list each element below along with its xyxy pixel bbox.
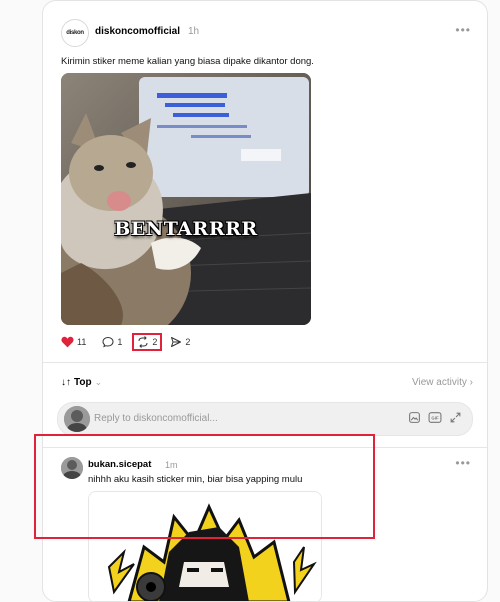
cat-meme-image bbox=[61, 73, 311, 325]
sort-arrows-icon: ↓↑ bbox=[61, 377, 71, 388]
share-button[interactable]: 2 bbox=[170, 336, 190, 348]
current-user-avatar bbox=[64, 406, 90, 432]
like-count: 11 bbox=[77, 337, 87, 347]
post-timestamp: 1h bbox=[188, 26, 200, 37]
post-author-avatar[interactable]: diskon bbox=[61, 19, 89, 47]
avatar-logo-text: diskon bbox=[66, 30, 84, 36]
comment-count: 1 bbox=[117, 337, 123, 347]
comment-bubble-icon bbox=[102, 336, 114, 348]
comment-highlight-box bbox=[34, 434, 375, 539]
heart-filled-icon bbox=[61, 336, 74, 348]
share-count: 2 bbox=[185, 337, 191, 347]
view-activity-link[interactable]: View activity › bbox=[412, 377, 473, 388]
post-more-options-icon[interactable]: ••• bbox=[455, 23, 471, 37]
reply-attachments: GIF bbox=[408, 411, 462, 424]
divider bbox=[43, 362, 487, 363]
chevron-down-icon: ⌄ bbox=[94, 377, 103, 387]
comment-more-options-icon[interactable]: ••• bbox=[455, 456, 471, 470]
sort-label: Top bbox=[74, 377, 92, 388]
post-image[interactable]: BENTARRRR bbox=[61, 73, 311, 325]
post-action-bar: 11 1 2 2 bbox=[61, 333, 206, 351]
comment-button[interactable]: 1 bbox=[102, 336, 122, 348]
send-icon bbox=[171, 337, 182, 347]
repost-button[interactable]: 2 bbox=[132, 333, 163, 351]
reply-input[interactable]: Reply to diskoncomofficial... GIF bbox=[57, 402, 473, 436]
sort-dropdown[interactable]: ↓↑ Top ⌄ bbox=[61, 377, 102, 388]
image-attach-icon[interactable] bbox=[408, 411, 421, 424]
expand-icon[interactable] bbox=[449, 411, 462, 424]
chevron-right-icon: › bbox=[469, 377, 473, 388]
post-author-username[interactable]: diskoncomofficial bbox=[95, 26, 180, 37]
like-button[interactable]: 11 bbox=[61, 336, 86, 348]
reply-placeholder: Reply to diskoncomofficial... bbox=[94, 413, 218, 424]
repost-count: 2 bbox=[152, 337, 158, 347]
svg-text:GIF: GIF bbox=[431, 416, 439, 421]
meme-overlay-text: BENTARRRR bbox=[114, 218, 258, 240]
view-activity-label: View activity bbox=[412, 377, 467, 388]
gif-icon[interactable]: GIF bbox=[428, 411, 442, 424]
post-caption: Kirimin stiker meme kalian yang biasa di… bbox=[61, 56, 314, 67]
repost-icon bbox=[138, 336, 148, 348]
